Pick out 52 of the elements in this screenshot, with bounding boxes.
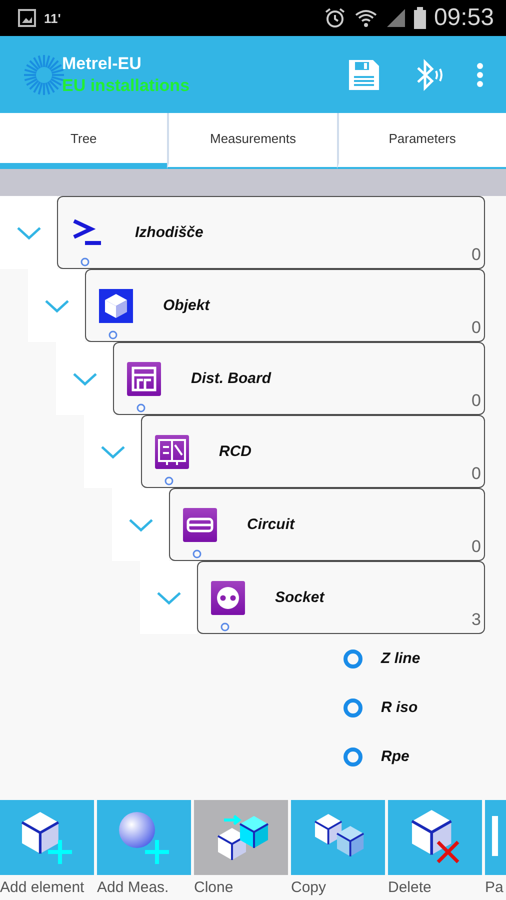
status-ring-icon [136,403,146,413]
node-count: 0 [472,318,481,338]
clock-text: 09:53 [434,4,494,32]
chevron-icon[interactable] [16,224,42,240]
tree-node-card[interactable]: Dist. Board 0 [113,342,485,415]
tree-node-card[interactable]: Izhodišče 0 [57,196,485,269]
node-label: Circuit [247,516,295,533]
node-count: 0 [472,245,481,265]
signal-icon [386,8,406,28]
circuit-icon [183,508,217,542]
node-count: 0 [472,537,481,557]
status-ring-icon [108,330,118,340]
rcd-icon [155,434,189,468]
status-ring-icon [164,476,174,486]
tree-node-card[interactable]: Socket 3 [197,561,485,634]
node-label: Objekt [163,297,210,314]
chevron-icon[interactable] [44,298,70,314]
chevron-icon[interactable] [128,516,154,532]
node-count: 3 [472,610,481,630]
notification-text: 11' [44,10,61,26]
chevron-icon[interactable] [156,590,182,606]
status-ring-icon [220,622,230,632]
node-count: 0 [472,391,481,411]
menu-icon[interactable] [476,62,484,88]
save-icon[interactable] [348,58,380,90]
battery-icon [414,7,426,29]
socket-icon [211,580,245,614]
status-ring-icon [192,549,202,559]
measurement-label: R iso [381,699,418,716]
board-icon [127,362,161,396]
wifi-icon [354,7,378,29]
gallery-icon [18,9,36,27]
chevron-icon[interactable] [72,370,98,386]
tree-node-card[interactable]: RCD 0 [141,415,485,488]
measurement-label: Z line [381,650,420,667]
node-label: Socket [275,589,324,606]
status-ring-icon [80,257,90,267]
app-subtitle: EU installations [62,76,190,96]
tree-node-card[interactable]: Circuit 0 [169,488,485,561]
node-count: 0 [472,464,481,484]
measurement-label: Rpe [381,748,410,765]
radio-ring-icon[interactable] [343,698,363,718]
node-label: RCD [219,443,252,460]
app-title: Metrel-EU [62,54,142,74]
chevron-icon[interactable] [100,444,126,460]
radio-ring-icon[interactable] [343,648,363,668]
alarm-icon [324,7,346,29]
node-label: Izhodišče [135,224,204,241]
radio-ring-icon[interactable] [343,746,363,766]
node-label: Dist. Board [191,370,272,387]
tree-node-card[interactable]: Objekt 0 [85,269,485,342]
cube-icon [99,288,133,322]
